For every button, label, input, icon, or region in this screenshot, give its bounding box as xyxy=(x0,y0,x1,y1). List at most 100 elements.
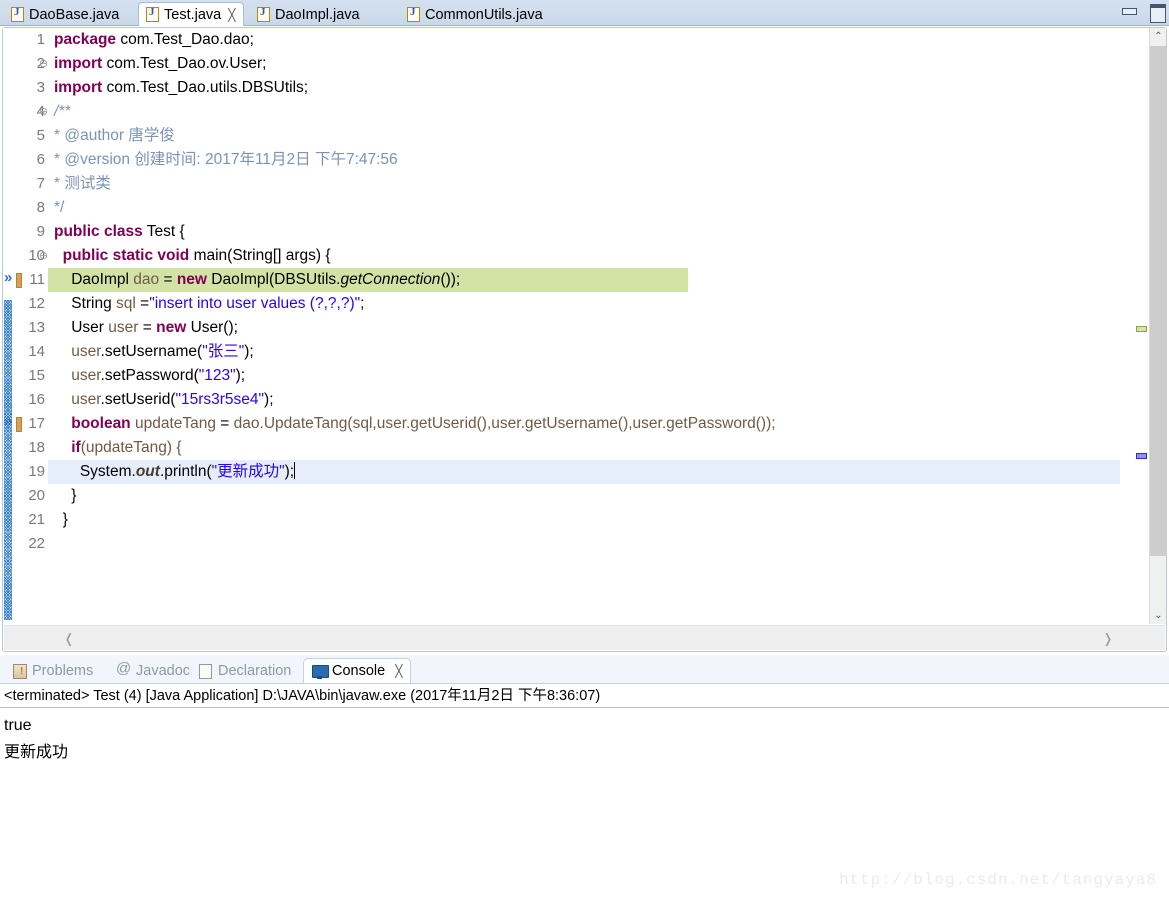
static-field-token: out xyxy=(135,463,160,480)
code-line-caret[interactable]: System.out.println("更新成功"); xyxy=(48,460,1120,484)
code-line[interactable]: User user = new User(); xyxy=(48,316,1126,340)
code-token: .println( xyxy=(159,463,212,480)
editor-tab-label: CommonUtils.java xyxy=(425,6,543,23)
code-token: } xyxy=(71,487,77,504)
code-text-area[interactable]: package com.Test_Dao.dao; import com.Tes… xyxy=(48,28,1126,624)
keyword-token: import xyxy=(54,55,103,72)
code-line[interactable] xyxy=(48,532,1126,556)
code-line[interactable]: boolean updateTang = dao.UpdateTang(sql,… xyxy=(48,412,1126,436)
overview-marker-caret[interactable] xyxy=(1136,453,1147,459)
code-token: ()); xyxy=(440,271,461,288)
code-line[interactable]: * 测试类 xyxy=(48,172,1126,196)
scroll-down-icon[interactable]: ⌄ xyxy=(1150,607,1167,624)
overview-ruler[interactable] xyxy=(1134,28,1149,624)
code-token: = xyxy=(215,415,234,432)
code-token: ); xyxy=(244,343,254,360)
console-output-line: true xyxy=(4,717,32,734)
line-number: 19 xyxy=(28,463,45,480)
code-token: (updateTang) { xyxy=(80,439,182,456)
bottom-panel: Problems Javadoc Declaration Console ╳ <… xyxy=(0,655,1169,897)
line-number: 21 xyxy=(28,511,45,528)
view-tab-javadoc[interactable]: Javadoc xyxy=(108,658,198,683)
line-number: 8 xyxy=(36,199,45,216)
code-token: ); xyxy=(235,367,246,384)
editor-horizontal-scrollbar[interactable]: ❬ ❭ xyxy=(4,625,1165,650)
code-line[interactable]: user.setUsername("张三"); xyxy=(48,340,1126,364)
string-literal-token: "15rs3r5se4" xyxy=(175,391,265,408)
local-var-token: user xyxy=(71,343,101,360)
java-file-icon xyxy=(407,6,420,22)
view-tab-problems[interactable]: Problems xyxy=(4,658,101,683)
close-icon[interactable]: ╳ xyxy=(395,664,402,678)
line-number: 6 xyxy=(36,151,45,168)
editor-tab-label: DaoBase.java xyxy=(29,6,120,23)
code-line[interactable]: user.setPassword("123"); xyxy=(48,364,1126,388)
console-view[interactable]: <terminated> Test (4) [Java Application]… xyxy=(0,683,1169,897)
code-token: .setUsername( xyxy=(100,343,203,360)
code-editor[interactable]: 1 2 ⊖ 3 4 ⊖ 5 6 7 8 9 10 ⊖ 11 12 13 14 1… xyxy=(2,27,1167,652)
editor-vertical-scrollbar[interactable]: ⌃ ⌄ xyxy=(1149,28,1167,624)
editor-tab-commonutils[interactable]: CommonUtils.java xyxy=(400,3,551,26)
code-line[interactable]: String sql ="insert into user values (?,… xyxy=(48,292,1126,316)
view-tab-bar: Problems Javadoc Declaration Console ╳ xyxy=(0,655,1169,683)
minimize-icon[interactable] xyxy=(1121,4,1137,18)
static-method-token: getConnection xyxy=(340,271,441,288)
line-number: 13 xyxy=(28,319,45,336)
code-line[interactable]: if(updateTang) { xyxy=(48,436,1126,460)
code-line[interactable]: * @version 创建时间: 2017年11月2日 下午7:47:56 xyxy=(48,148,1126,172)
code-token: main(String[] args) { xyxy=(189,247,331,264)
view-tab-console[interactable]: Console ╳ xyxy=(303,658,412,683)
local-var-token: updateTang xyxy=(130,415,216,432)
line-number: 18 xyxy=(28,439,45,456)
code-line[interactable]: import com.Test_Dao.ov.User; xyxy=(48,52,1126,76)
editor-tab-daoimpl[interactable]: DaoImpl.java xyxy=(250,3,368,26)
editor-tab-test[interactable]: Test.java ╳ xyxy=(138,2,245,26)
code-line[interactable]: * @author 唐学俊 xyxy=(48,124,1126,148)
keyword-token: new xyxy=(176,271,207,288)
line-number: 22 xyxy=(28,535,45,552)
implicit-cast-marker-icon[interactable] xyxy=(4,413,22,432)
keyword-token: import xyxy=(54,79,103,96)
java-file-icon xyxy=(11,6,24,22)
code-line[interactable]: } xyxy=(48,508,1126,532)
string-literal-token: "张三" xyxy=(202,343,245,360)
view-tab-declaration[interactable]: Declaration xyxy=(190,658,299,683)
maximize-icon[interactable] xyxy=(1149,4,1166,23)
view-tab-label: Declaration xyxy=(218,662,292,679)
comment-token: * @version 创建时间: 2017年11月2日 下午7:47:56 xyxy=(54,151,398,168)
code-token: DaoImpl(DBSUtils. xyxy=(206,271,341,288)
code-line[interactable]: public static void main(String[] args) { xyxy=(48,244,1126,268)
editor-tab-label: Test.java xyxy=(164,6,222,23)
overview-marker-occurrence[interactable] xyxy=(1136,326,1147,332)
code-line[interactable]: user.setUserid("15rs3r5se4"); xyxy=(48,388,1126,412)
code-line[interactable]: } xyxy=(48,484,1126,508)
code-line[interactable]: package com.Test_Dao.dao; xyxy=(48,28,1126,52)
code-line[interactable]: public class Test { xyxy=(48,220,1126,244)
view-tab-label: Problems xyxy=(32,662,94,679)
scroll-right-icon[interactable]: ❭ xyxy=(1097,626,1119,651)
code-line[interactable]: */ xyxy=(48,196,1126,220)
javadoc-icon xyxy=(116,660,131,678)
implicit-cast-marker-icon[interactable] xyxy=(4,269,22,288)
line-number: 14 xyxy=(28,343,45,360)
code-line[interactable]: /** xyxy=(48,100,1126,124)
close-icon[interactable]: ╳ xyxy=(228,9,235,21)
line-number: 16 xyxy=(28,391,45,408)
editor-tab-daobase[interactable]: DaoBase.java xyxy=(4,3,127,26)
console-output-line: 更新成功 xyxy=(4,744,69,761)
text-caret xyxy=(294,462,296,479)
code-line[interactable]: import com.Test_Dao.utils.DBSUtils; xyxy=(48,76,1126,100)
keyword-token: new xyxy=(156,319,187,336)
code-line-highlighted[interactable]: DaoImpl dao = new DaoImpl(DBSUtils.getCo… xyxy=(48,268,688,292)
editor-tab-label: DaoImpl.java xyxy=(275,6,360,23)
code-token: com.Test_Dao.utils.DBSUtils; xyxy=(102,79,309,96)
local-var-token: user xyxy=(108,319,139,336)
code-token: com.Test_Dao.dao; xyxy=(116,31,254,48)
scrollbar-thumb[interactable] xyxy=(1150,46,1167,556)
local-var-token: user xyxy=(71,391,101,408)
scroll-left-icon[interactable]: ❬ xyxy=(58,626,80,651)
java-file-icon xyxy=(146,6,159,22)
scroll-up-icon[interactable]: ⌃ xyxy=(1150,28,1167,45)
console-output[interactable]: true 更新成功 xyxy=(4,712,1104,766)
comment-token: */ xyxy=(54,199,65,216)
